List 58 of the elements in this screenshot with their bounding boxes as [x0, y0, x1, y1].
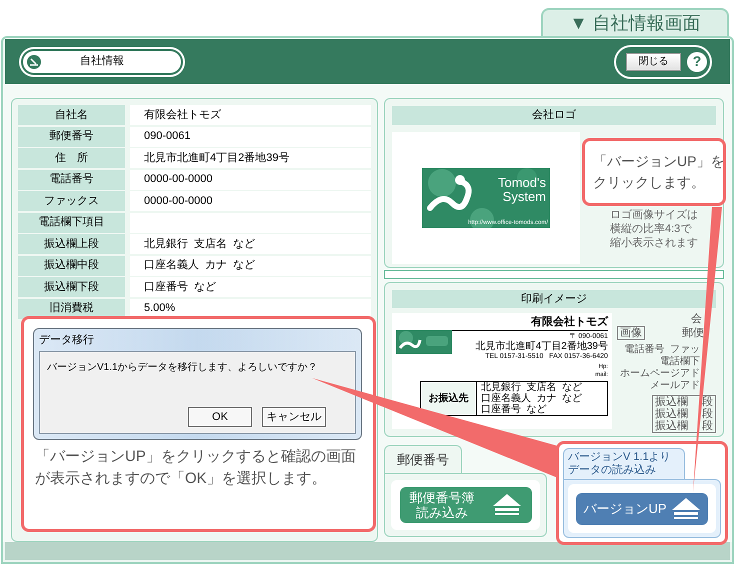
- side-label: 段: [702, 396, 713, 408]
- logo-note: 横縦の比率4:3で: [610, 222, 693, 236]
- dialog-message: バージョンV1.1からデータを移行します、よろしいですか？: [47, 361, 319, 375]
- preview-company: 有限会社トモズ: [530, 316, 608, 329]
- field-value[interactable]: 北見市北進町4丁目2番地39号: [130, 148, 371, 168]
- side-label: 電話番号 ファッ: [624, 344, 700, 356]
- field-value[interactable]: 0000-00-0000: [130, 191, 371, 211]
- logo-text: System: [502, 190, 546, 204]
- callout-text: 「バージョンUP」をクリックすると確認の画面が表示されますので「OK」を選択します。: [34, 447, 357, 489]
- field-label: 電話番号: [18, 170, 125, 190]
- side-label: 電話欄下: [660, 356, 700, 368]
- logo-note: ロゴ画像サイズは: [610, 208, 698, 222]
- field-label: 振込欄中段: [18, 256, 125, 276]
- side-label: メールアド: [650, 380, 700, 392]
- version-up-button[interactable]: バージョンUP: [576, 492, 708, 524]
- logo-note: 縮小表示されます: [610, 236, 698, 250]
- side-label: ホームページアド: [620, 368, 700, 380]
- close-button[interactable]: 閉じる: [626, 52, 681, 70]
- bank-label: お振込先: [428, 392, 468, 406]
- version-tab-text: データの読み込み: [568, 464, 657, 477]
- callout-text: 「バージョンUP」を: [593, 152, 723, 171]
- callout-text: クリックします。: [593, 173, 706, 192]
- dialog-button[interactable]: キャンセル: [262, 407, 326, 427]
- field-value[interactable]: 北見銀行 支店名 など: [130, 234, 371, 254]
- field-value[interactable]: 5.00%: [130, 298, 371, 318]
- field-label: 振込欄上段: [18, 234, 125, 254]
- panel-title: 会社ロゴ: [392, 106, 716, 125]
- help-button[interactable]: ?: [687, 52, 707, 72]
- preview-address: 北見市北進町4丁目2番地39号: [476, 341, 608, 352]
- side-label: 振込欄: [655, 396, 688, 408]
- field-value[interactable]: 口座名義人 カナ など: [130, 256, 371, 276]
- image-box: 画像: [616, 326, 645, 340]
- dialog-button[interactable]: OK: [188, 407, 252, 427]
- panel-title: 印刷イメージ: [392, 290, 716, 308]
- side-label: 会: [691, 313, 703, 325]
- field-label: 郵便番号: [18, 126, 125, 146]
- field-label: 旧消費税: [18, 298, 125, 318]
- field-value[interactable]: 口座番号 など: [130, 277, 371, 297]
- field-label: 電話欄下項目: [18, 212, 125, 232]
- field-value[interactable]: 0000-00-0000: [130, 170, 371, 190]
- side-label: 段: [702, 408, 713, 420]
- title-button[interactable]: 自社情報: [23, 50, 181, 72]
- field-label: ファックス: [18, 191, 125, 211]
- logo-text: Tomod's: [498, 176, 546, 190]
- bank-line: 口座番号 など: [481, 404, 548, 415]
- version-tab-text: バージョンV 1.1より: [568, 451, 672, 464]
- side-label: 振込欄: [655, 408, 688, 420]
- field-value[interactable]: 090-0061: [130, 126, 371, 146]
- bank-line: 口座名義人 カナ など: [481, 393, 582, 404]
- side-label: 段: [702, 420, 713, 432]
- field-label: 自社名: [18, 105, 125, 125]
- bank-line: 北見銀行 支店名 など: [481, 382, 582, 393]
- field-value[interactable]: 有限会社トモズ: [130, 105, 371, 125]
- dialog-title: データ移行: [39, 333, 95, 348]
- field-label: 住 所: [18, 148, 125, 168]
- side-label: 振込欄: [655, 420, 688, 432]
- side-label: 郵便: [682, 327, 704, 339]
- field-label: 振込欄下段: [18, 277, 125, 297]
